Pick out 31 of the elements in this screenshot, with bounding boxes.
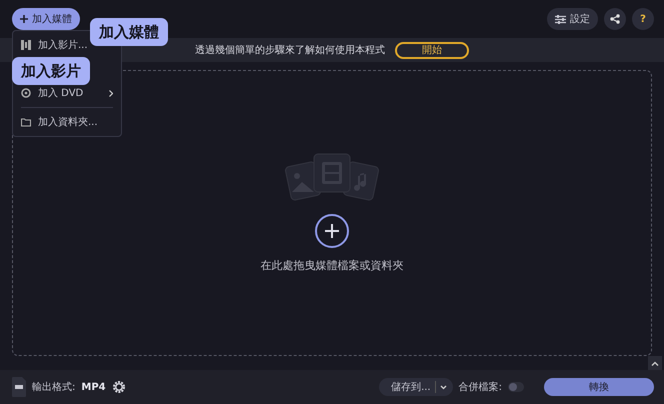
caret-up-icon (651, 360, 659, 366)
file-format-icon (12, 377, 26, 397)
start-button[interactable]: 開始 (395, 42, 469, 58)
merge-label: 合併檔案: (458, 380, 502, 394)
merge-toggle[interactable] (508, 382, 524, 392)
chevron-down-icon (440, 384, 447, 390)
disc-icon (21, 88, 31, 98)
hint-tooltip: 加入媒體 (90, 18, 168, 46)
chevron-right-icon (109, 90, 113, 96)
share-button[interactable] (604, 8, 626, 30)
plus-icon (20, 15, 28, 23)
plus-icon (324, 222, 340, 239)
format-value: MP4 (81, 380, 106, 394)
convert-button[interactable]: 轉換 (544, 378, 654, 396)
drop-hint: 在此處拖曳媒體檔案或資料夾 (260, 258, 404, 274)
add-media-button[interactable]: 加入媒體 (12, 8, 80, 30)
add-file-button[interactable] (315, 214, 349, 248)
help-button[interactable]: ? (632, 8, 654, 30)
film-icon (21, 40, 31, 50)
hint-tooltip: 加入影片 (12, 57, 90, 85)
info-text: 透過幾個簡單的步驟來了解如何使用本程式 (195, 44, 385, 58)
format-label: 輸出格式: (32, 380, 76, 394)
save-to-dropdown[interactable]: 儲存到... (379, 378, 453, 396)
menu-item[interactable]: 加入資料夾... (13, 110, 121, 134)
sliders-icon (555, 14, 566, 24)
folder-icon (21, 117, 31, 127)
scroll-up-button[interactable] (648, 356, 662, 370)
save-to-label: 儲存到... (391, 380, 431, 394)
share-icon (610, 14, 620, 24)
settings-button[interactable]: 設定 (547, 8, 598, 30)
gear-icon[interactable] (112, 380, 126, 394)
